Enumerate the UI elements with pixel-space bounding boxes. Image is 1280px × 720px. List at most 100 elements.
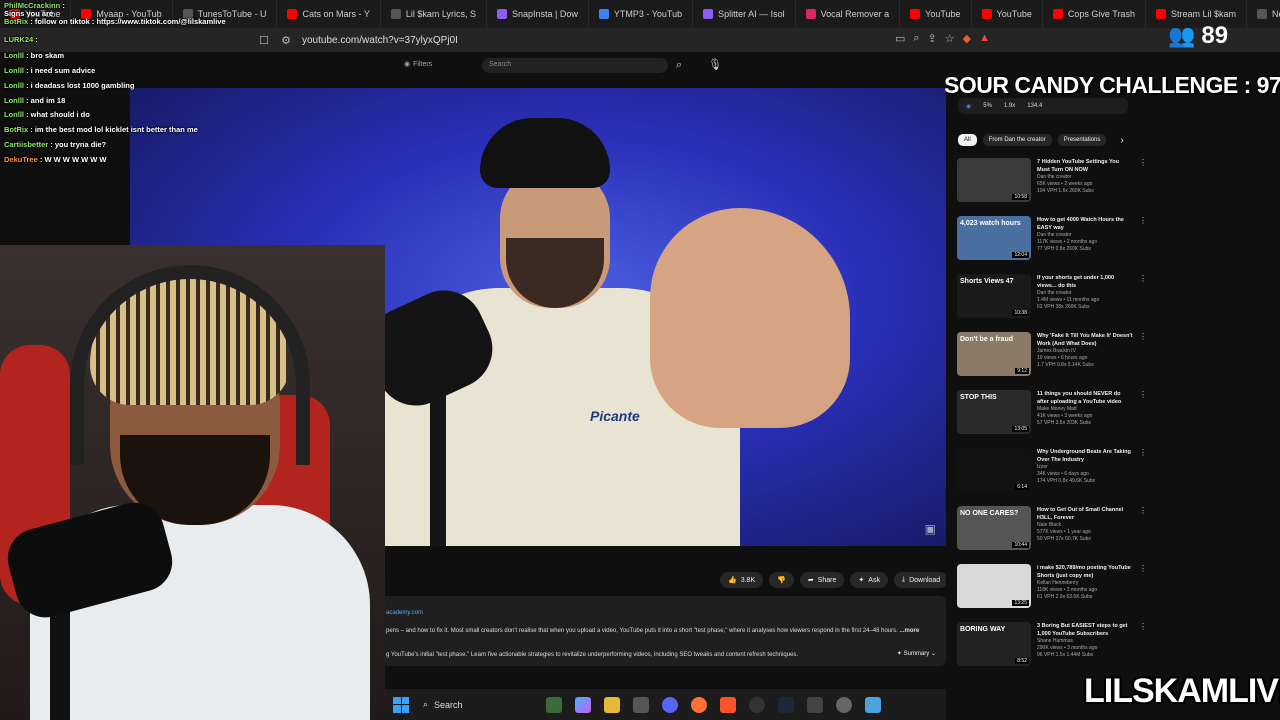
filter-chip[interactable]: From Dan the creator — [982, 134, 1052, 146]
store-icon[interactable] — [633, 696, 649, 713]
browser-tab[interactable]: YouTube — [972, 0, 1043, 28]
video-thumbnail[interactable]: NO ONE CARES? 10:44 — [957, 506, 1031, 550]
filter-chip[interactable]: Presentations — [1057, 134, 1107, 146]
search-input[interactable]: Search — [482, 58, 668, 73]
channel-name[interactable]: Make Money Matt — [1037, 406, 1133, 413]
channel-name[interactable]: Dan the creator — [1037, 290, 1133, 297]
video-title[interactable]: 7 Hidden YouTube Settings You Must Turn … — [1037, 158, 1133, 174]
more-link[interactable]: ...more — [899, 628, 919, 634]
channel-name[interactable]: Nate Black — [1037, 522, 1133, 529]
recommendation-item[interactable]: STOP THIS 13:05 11 things you should NEVER… — [957, 390, 1147, 436]
discord-icon[interactable] — [662, 696, 678, 713]
video-thumbnail[interactable]: 6:14 — [957, 448, 1031, 492]
browser-tab[interactable]: Lil $kam Lyrics, S — [381, 0, 488, 28]
widgets-icon[interactable] — [546, 696, 562, 713]
filter-chip[interactable]: All — [958, 134, 977, 146]
video-title[interactable]: Why Underground Beats Are Taking Over Th… — [1037, 448, 1133, 464]
recommendation-item[interactable]: 6:14 Why Underground Beats Are Taking Ove… — [957, 448, 1147, 494]
url-text[interactable]: youtube.com/watch?v=37ylyxQPj0I — [302, 35, 458, 46]
more-options-icon[interactable]: ⋮ — [1139, 274, 1147, 320]
video-title[interactable]: How to Get Out of Small Channel H3LL, Fo… — [1037, 506, 1133, 522]
chat-username[interactable]: Cartiisbetter — [4, 140, 48, 149]
more-options-icon[interactable]: ⋮ — [1139, 622, 1147, 668]
chat-username[interactable]: DekuTree — [4, 155, 38, 164]
browser-tab[interactable]: Cops Give Trash — [1043, 0, 1146, 28]
description-link[interactable]: academy.com — [386, 610, 423, 616]
browser-tab[interactable]: Myaap - YouTub — [71, 0, 173, 28]
screen-icon[interactable]: ▭ — [895, 32, 905, 45]
video-title[interactable]: 3 Boring But EASIEST steps to get 1,000 … — [1037, 622, 1133, 638]
video-thumbnail[interactable]: 13:25 — [957, 564, 1031, 608]
channel-name[interactable]: Kellan Henneberry — [1037, 580, 1133, 587]
notepad-icon[interactable] — [865, 696, 881, 713]
brave-shield-icon[interactable]: ◆ — [963, 32, 971, 45]
more-options-icon[interactable]: ⋮ — [1139, 216, 1147, 262]
download-button[interactable]: ⤓ Download — [893, 572, 949, 588]
video-thumbnail[interactable]: 4,023 watch hours 12:04 — [957, 216, 1031, 260]
app-icon[interactable] — [807, 696, 823, 713]
channel-watermark-icon[interactable]: ▣ — [925, 522, 936, 536]
microphone-icon[interactable]: 🎙 — [708, 58, 722, 71]
star-icon[interactable]: ☆ — [945, 32, 955, 45]
browser-tab[interactable]: Vocal Remover a — [796, 0, 901, 28]
recommendation-item[interactable]: 13:25 i make $20,789/mo posting YouTube S… — [957, 564, 1147, 610]
search-icon[interactable]: ⌕ — [676, 59, 682, 72]
video-thumbnail[interactable]: STOP THIS 13:05 — [957, 390, 1031, 434]
browser-tab[interactable]: Splitter AI — Isol — [693, 0, 796, 28]
share-icon[interactable]: ⇪ — [928, 32, 937, 45]
channel-name[interactable]: Shane Hummus — [1037, 638, 1133, 645]
recommendation-item[interactable]: BORING WAY 8:52 3 Boring But EASIEST steps… — [957, 622, 1147, 668]
video-description[interactable]: academy.com pens – and how to fix it. Mo… — [380, 596, 946, 666]
address-bar[interactable]: ☐ ⚙ youtube.com/watch?v=37ylyxQPj0I ▭ ⌕ … — [0, 28, 1280, 52]
more-options-icon[interactable]: ⋮ — [1139, 564, 1147, 610]
video-thumbnail[interactable]: 10:58 — [957, 158, 1031, 202]
browser-tab[interactable]: YouTube — [0, 0, 72, 28]
video-title[interactable]: If your shorts get under 1,000 views... … — [1037, 274, 1133, 290]
dislike-button[interactable]: 👎 — [769, 572, 794, 588]
channel-name[interactable]: Izzer — [1037, 464, 1133, 471]
recommendation-item[interactable]: Don't be a fraud 9:12 Why 'Fake It Till Yo… — [957, 332, 1147, 378]
video-title[interactable]: 11 things you should NEVER do after uplo… — [1037, 390, 1133, 406]
taskbar-search[interactable]: ⌕ Search — [423, 699, 533, 710]
zoom-icon[interactable]: ⌕ — [913, 32, 919, 45]
chat-username[interactable]: Lonlll — [4, 81, 24, 90]
windows-start-icon[interactable] — [393, 696, 409, 713]
more-options-icon[interactable]: ⋮ — [1139, 390, 1147, 436]
bookmark-icon[interactable]: ☐ — [256, 32, 272, 48]
firefox-icon[interactable] — [691, 696, 707, 713]
video-thumbnail[interactable]: Don't be a fraud 9:12 — [957, 332, 1031, 376]
more-options-icon[interactable]: ⋮ — [1139, 506, 1147, 552]
4k-downloader-icon[interactable] — [836, 696, 852, 713]
steam-icon[interactable] — [778, 696, 794, 713]
browser-tab[interactable]: YouTube — [900, 0, 972, 28]
file-explorer-icon[interactable] — [604, 696, 620, 713]
share-button[interactable]: ➦ Share — [799, 572, 845, 588]
chat-username[interactable]: BotRix — [4, 125, 28, 134]
channel-name[interactable]: James Brackin IV — [1037, 348, 1133, 355]
filters-button[interactable]: ◉ Filters — [404, 60, 432, 69]
recommendation-item[interactable]: 4,023 watch hours 12:04 How to get 4000 Wa… — [957, 216, 1147, 262]
recommendation-item[interactable]: NO ONE CARES? 10:44 How to Get Out of Smal… — [957, 506, 1147, 552]
like-button[interactable]: 👍 3.8K — [720, 572, 764, 588]
more-options-icon[interactable]: ⋮ — [1139, 448, 1147, 494]
brave-icon[interactable] — [720, 696, 736, 713]
channel-name[interactable]: Dan the creator — [1037, 174, 1133, 181]
browser-tab[interactable]: SnapInsta | Dow — [487, 0, 589, 28]
summary-button[interactable]: ✦ Summary ⌄ — [897, 650, 936, 657]
video-title[interactable]: How to get 4000 Watch Hours the EASY way — [1037, 216, 1133, 232]
recommendation-item[interactable]: Shorts Views 47 10:38 If your shorts get u… — [957, 274, 1147, 320]
chat-username[interactable]: Lonlll — [4, 110, 24, 119]
browser-tab[interactable]: New — [1247, 0, 1280, 28]
alert-icon[interactable]: ▲ — [979, 32, 990, 45]
chevron-right-icon[interactable]: › — [1120, 135, 1123, 146]
more-options-icon[interactable]: ⋮ — [1139, 332, 1147, 378]
copilot-icon[interactable] — [575, 696, 591, 713]
video-title[interactable]: i make $20,789/mo posting YouTube Shorts… — [1037, 564, 1133, 580]
more-options-icon[interactable]: ⋮ — [1139, 158, 1147, 204]
browser-tab[interactable]: TunesToTube - U — [173, 0, 278, 28]
ask-button[interactable]: ✦ Ask — [850, 572, 888, 588]
video-title[interactable]: Why 'Fake It Till You Make It' Doesn't W… — [1037, 332, 1133, 348]
obs-icon[interactable] — [749, 696, 765, 713]
site-info-icon[interactable]: ⚙ — [278, 32, 294, 48]
video-thumbnail[interactable]: Shorts Views 47 10:38 — [957, 274, 1031, 318]
